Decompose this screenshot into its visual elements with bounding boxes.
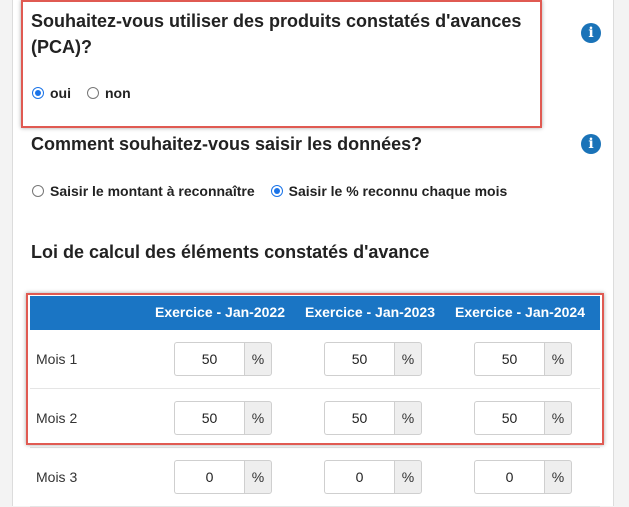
row-label: Mois 1 — [36, 351, 78, 367]
table-row: Mois 3 0 % 0 % 0 % — [30, 448, 600, 507]
pca-question-title: Souhaitez-vous utiliser des produits con… — [31, 8, 521, 60]
pca-radio-oui[interactable] — [32, 87, 44, 99]
percent-input-group: 50 % — [474, 401, 572, 435]
info-icon[interactable]: i — [581, 23, 601, 43]
column-header-2024: Exercice - Jan-2024 — [455, 304, 585, 320]
percent-unit: % — [394, 401, 422, 435]
percent-input[interactable]: 50 — [174, 401, 244, 435]
input-method-radio-percent[interactable] — [270, 185, 283, 197]
table-row: Mois 1 50 % 50 % 50 % — [30, 330, 600, 389]
percent-unit: % — [244, 401, 272, 435]
table-header: Exercice - Jan-2022 Exercice - Jan-2023 … — [30, 296, 600, 330]
input-method-radio-percent-label: Saisir le % reconnu chaque mois — [288, 183, 508, 199]
percent-unit: % — [394, 460, 422, 494]
percent-input[interactable]: 50 — [174, 342, 244, 376]
column-header-2023: Exercice - Jan-2023 — [305, 304, 435, 320]
info-icon[interactable]: i — [581, 134, 601, 154]
table-row: Mois 2 50 % 50 % 50 % — [30, 389, 600, 448]
percent-input-group: 50 % — [474, 342, 572, 376]
percent-unit: % — [544, 401, 572, 435]
percent-input-group: 50 % — [174, 342, 272, 376]
column-header-2022: Exercice - Jan-2022 — [155, 304, 285, 320]
pca-radio-group: oui non — [32, 85, 147, 101]
percent-input[interactable]: 0 — [324, 460, 394, 494]
pca-question-line2: (PCA)? — [31, 37, 92, 57]
percent-input[interactable]: 0 — [174, 460, 244, 494]
pca-question-line1: Souhaitez-vous utiliser des produits con… — [31, 11, 522, 31]
percent-unit: % — [544, 460, 572, 494]
law-title: Loi de calcul des éléments constatés d'a… — [31, 242, 430, 262]
input-method-radio-group: Saisir le montant à reconnaître Saisir l… — [32, 183, 523, 199]
input-method-radio-amount[interactable] — [32, 185, 44, 197]
percent-input[interactable]: 50 — [324, 342, 394, 376]
percent-input-group: 50 % — [324, 342, 422, 376]
row-label: Mois 2 — [36, 410, 78, 426]
percent-input[interactable]: 50 — [474, 401, 544, 435]
percent-input-group: 50 % — [324, 401, 422, 435]
percent-input-group: 0 % — [174, 460, 272, 494]
percent-input[interactable]: 0 — [474, 460, 544, 494]
law-table: Exercice - Jan-2022 Exercice - Jan-2023 … — [30, 296, 600, 507]
percent-input[interactable]: 50 — [324, 401, 394, 435]
input-method-radio-amount-label: Saisir le montant à reconnaître — [50, 183, 255, 199]
percent-unit: % — [544, 342, 572, 376]
percent-unit: % — [394, 342, 422, 376]
percent-input-group: 50 % — [174, 401, 272, 435]
percent-input-group: 0 % — [474, 460, 572, 494]
percent-input-group: 0 % — [324, 460, 422, 494]
pca-radio-non-label: non — [105, 85, 131, 101]
row-label: Mois 3 — [36, 469, 78, 485]
percent-unit: % — [244, 460, 272, 494]
percent-unit: % — [244, 342, 272, 376]
pca-radio-oui-label: oui — [50, 85, 71, 101]
pca-radio-non[interactable] — [87, 87, 99, 99]
percent-input[interactable]: 50 — [474, 342, 544, 376]
input-method-title: Comment souhaitez-vous saisir les donnée… — [31, 134, 423, 154]
